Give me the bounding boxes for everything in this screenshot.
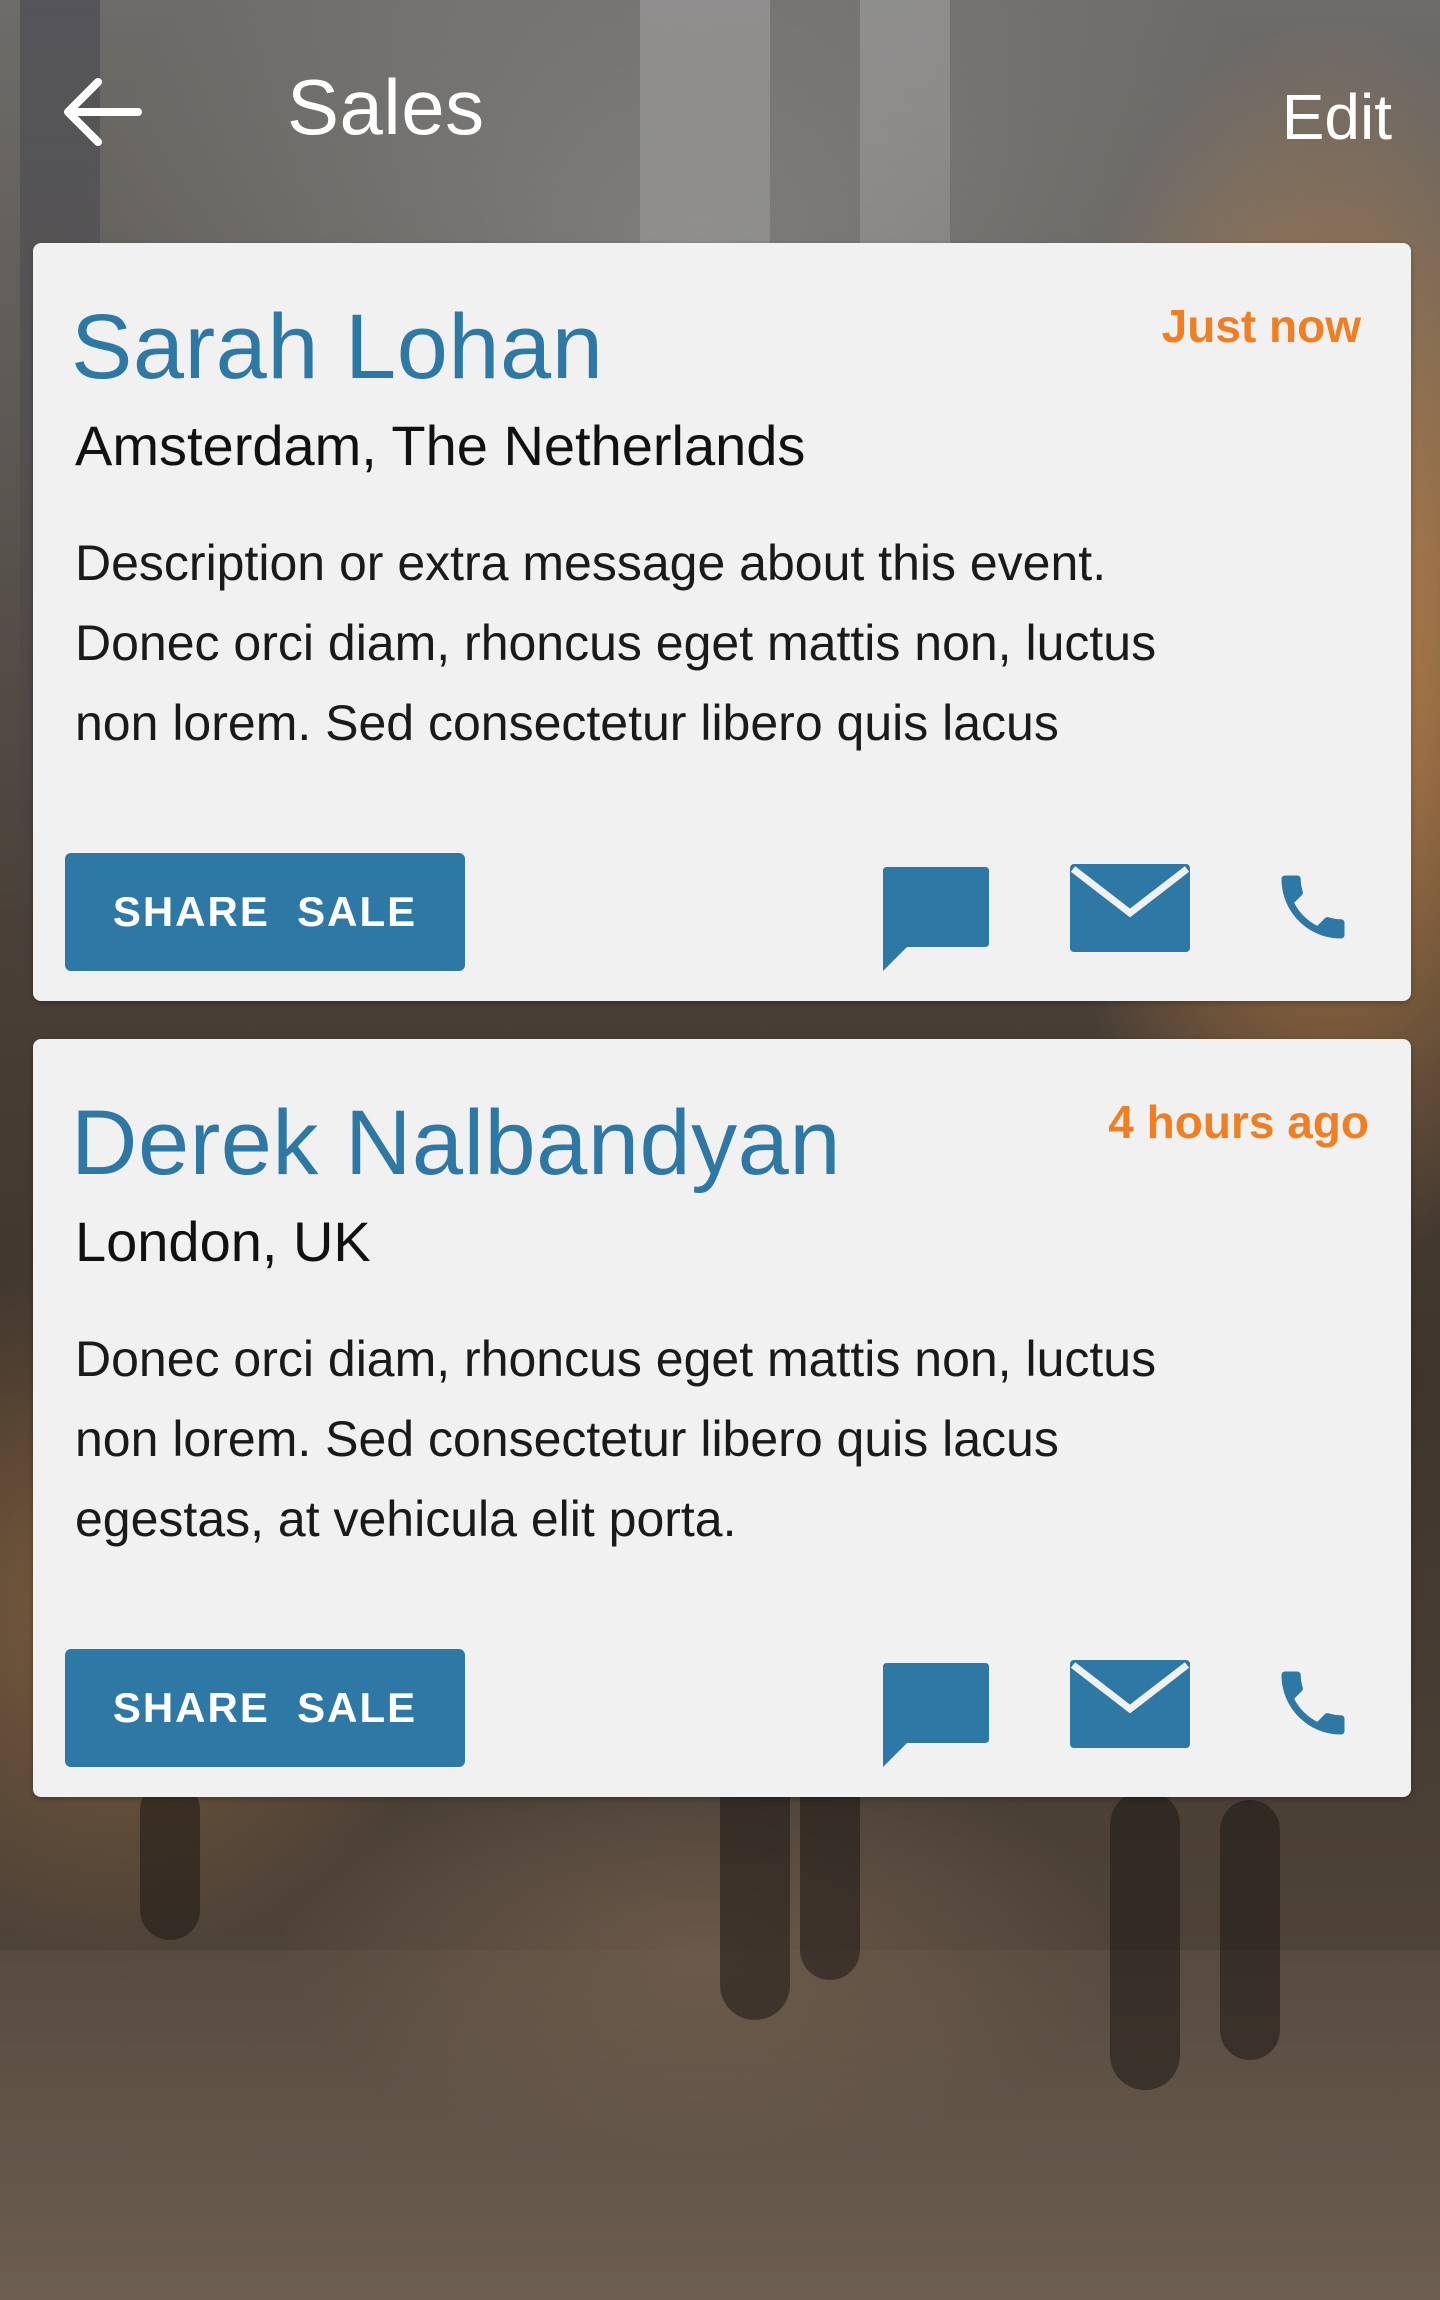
- sale-card: Derek Nalbandyan 4 hours ago London, UK …: [33, 1039, 1411, 1797]
- chat-icon[interactable]: [881, 863, 991, 973]
- chat-icon[interactable]: [881, 1659, 991, 1769]
- description-line: non lorem. Sed consectetur libero quis l…: [75, 1411, 1059, 1467]
- phone-icon[interactable]: [1271, 1659, 1355, 1747]
- timestamp: 4 hours ago: [1108, 1096, 1369, 1148]
- edit-button[interactable]: Edit: [1282, 80, 1392, 154]
- contact-name[interactable]: Derek Nalbandyan: [71, 1091, 841, 1196]
- description-line: Description or extra message about this …: [75, 535, 1107, 591]
- top-bar: Sales Edit: [0, 0, 1440, 230]
- location: London, UK: [75, 1210, 371, 1273]
- description-line: Donec orci diam, rhoncus eget mattis non…: [75, 1331, 1157, 1387]
- back-button[interactable]: [58, 72, 148, 152]
- sale-card: Sarah Lohan Just now Amsterdam, The Neth…: [33, 243, 1411, 1001]
- page-title: Sales: [287, 63, 485, 151]
- mail-icon[interactable]: [1069, 1659, 1191, 1749]
- description-line: egestas, at vehicula elit porta.: [75, 1491, 737, 1547]
- description: Donec orci diam, rhoncus eget mattis non…: [75, 1319, 1375, 1559]
- arrow-left-icon: [64, 78, 142, 146]
- location: Amsterdam, The Netherlands: [75, 414, 806, 477]
- share-sale-button[interactable]: SHARE SALE: [65, 853, 465, 971]
- description-line: Donec orci diam, rhoncus eget mattis non…: [75, 615, 1157, 671]
- description: Description or extra message about this …: [75, 523, 1375, 763]
- mail-icon[interactable]: [1069, 863, 1191, 953]
- share-sale-button[interactable]: SHARE SALE: [65, 1649, 465, 1767]
- contact-name[interactable]: Sarah Lohan: [71, 295, 603, 400]
- description-line: non lorem. Sed consectetur libero quis l…: [75, 695, 1059, 751]
- phone-icon[interactable]: [1271, 863, 1355, 951]
- timestamp: Just now: [1161, 300, 1361, 352]
